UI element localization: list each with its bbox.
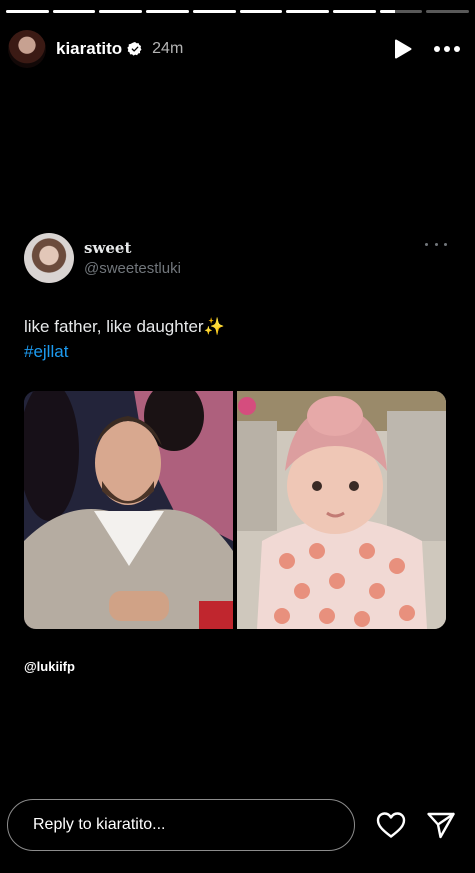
tweet-text: like father, like daughter✨ bbox=[24, 317, 225, 336]
progress-segment bbox=[379, 10, 423, 13]
tweet-images bbox=[24, 391, 446, 629]
progress-segment bbox=[192, 10, 236, 13]
progress-fill bbox=[192, 10, 236, 13]
like-button[interactable] bbox=[371, 805, 411, 845]
tweet-avatar bbox=[24, 233, 74, 283]
story-progress-bar bbox=[6, 10, 470, 13]
tweet-header: sweet @sweetestluki bbox=[24, 232, 447, 284]
progress-fill bbox=[146, 10, 189, 13]
progress-fill bbox=[99, 10, 143, 13]
progress-segment bbox=[146, 10, 189, 13]
progress-fill bbox=[6, 10, 49, 13]
progress-fill bbox=[332, 10, 376, 13]
progress-fill bbox=[239, 10, 283, 13]
tweet-handle: @sweetestluki bbox=[84, 260, 181, 277]
baby-photo bbox=[237, 391, 446, 629]
progress-segment bbox=[332, 10, 376, 13]
reply-bar: Reply to kiaratito... bbox=[7, 797, 463, 853]
tweet-more-icon bbox=[425, 238, 447, 250]
progress-fill bbox=[286, 10, 329, 13]
progress-fill bbox=[379, 10, 395, 13]
mention-sticker[interactable]: @lukiifp bbox=[24, 659, 75, 674]
progress-segment bbox=[239, 10, 283, 13]
tweet-display-name: sweet bbox=[84, 239, 132, 257]
father-photo bbox=[24, 391, 233, 629]
progress-segment bbox=[6, 10, 49, 13]
send-button[interactable] bbox=[421, 805, 461, 845]
username[interactable]: kiaratito bbox=[56, 39, 122, 59]
play-icon bbox=[395, 39, 412, 59]
story-header: kiaratito 24m bbox=[8, 28, 463, 70]
progress-segment bbox=[286, 10, 329, 13]
heart-icon bbox=[376, 812, 406, 838]
more-dots-icon bbox=[434, 46, 460, 52]
progress-segment bbox=[426, 10, 470, 13]
tweet-hashtag: #ejllat bbox=[24, 342, 69, 361]
avatar[interactable] bbox=[8, 30, 46, 68]
progress-fill bbox=[52, 10, 96, 13]
play-button[interactable] bbox=[387, 33, 419, 65]
progress-segment bbox=[52, 10, 96, 13]
reply-input[interactable]: Reply to kiaratito... bbox=[7, 799, 355, 851]
post-time: 24m bbox=[152, 40, 184, 57]
send-icon bbox=[427, 812, 455, 839]
more-options-button[interactable] bbox=[431, 33, 463, 65]
progress-segment bbox=[99, 10, 143, 13]
verified-badge-icon bbox=[127, 42, 142, 56]
shared-tweet[interactable]: sweet @sweetestluki like father, like da… bbox=[24, 232, 447, 629]
